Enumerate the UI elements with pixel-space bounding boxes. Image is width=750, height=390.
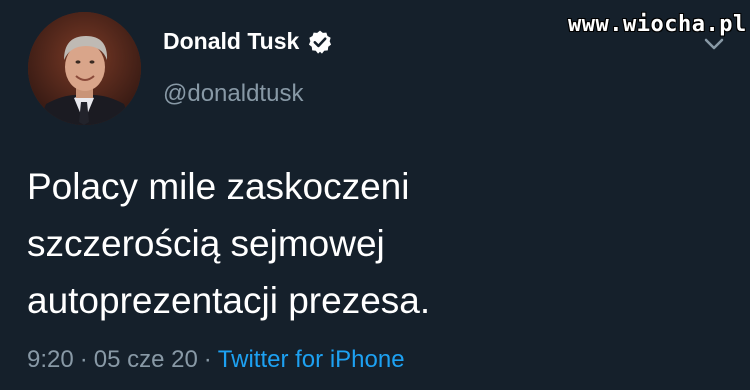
tweet-date[interactable]: 05 cze 20 <box>94 346 198 373</box>
meta-separator: · <box>79 346 88 373</box>
avatar[interactable] <box>28 12 141 125</box>
tweet-meta: 9:20 · 05 cze 20 · Twitter for iPhone <box>27 346 405 374</box>
tweet-text: Polacy mile zaskoczeni szczerością sejmo… <box>27 158 717 329</box>
tweet-text-line: szczerością sejmowej <box>27 223 385 264</box>
tweet-card: www.wiocha.pl Donald Tusk @donaldtusk Po… <box>0 0 750 390</box>
profile-photo-icon <box>28 12 141 125</box>
watermark: www.wiocha.pl <box>568 12 747 37</box>
display-name[interactable]: Donald Tusk <box>163 28 299 55</box>
tweet-source-link[interactable]: Twitter for iPhone <box>218 346 405 373</box>
user-handle[interactable]: @donaldtusk <box>163 80 303 108</box>
author-name-row[interactable]: Donald Tusk <box>163 28 333 55</box>
tweet-time[interactable]: 9:20 <box>27 346 74 373</box>
tweet-text-line: Polacy mile zaskoczeni <box>27 166 410 207</box>
tweet-text-line: autoprezentacji prezesa. <box>27 280 431 321</box>
meta-separator: · <box>203 346 212 373</box>
chevron-down-icon[interactable] <box>703 36 725 52</box>
verified-badge-icon <box>309 30 332 54</box>
